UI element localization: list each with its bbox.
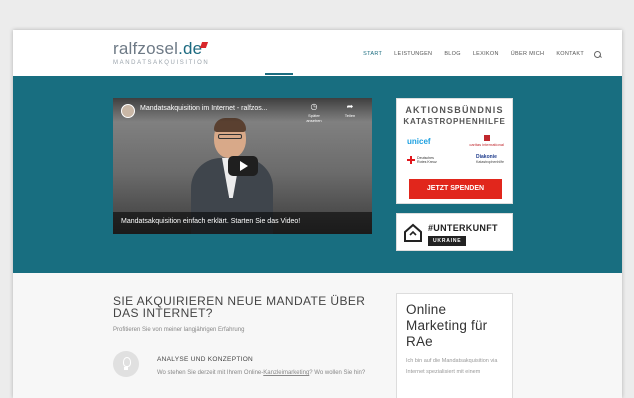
channel-avatar[interactable] [121, 104, 135, 118]
ukraine-badge: UKRAINE [428, 236, 467, 246]
nav-leistungen[interactable]: LEISTUNGEN [388, 51, 438, 59]
sidebar-title: Online Marketing für RAe [406, 302, 488, 349]
drk-logo: Deutsches Rotes Kreuz [407, 156, 439, 164]
clock-icon: ◷ [310, 102, 318, 111]
search-icon[interactable] [594, 51, 602, 59]
logo-subtitle: MANDATSAKQUISITION [113, 60, 210, 66]
feature-text: Wo stehen Sie derzeit mit Ihrem Online-K… [157, 370, 366, 376]
main-content: SIE AKQUIRIEREN NEUE MANDATE ÜBER DAS IN… [13, 273, 622, 398]
share-icon: ➦ [346, 102, 354, 111]
site-logo[interactable]: ralfzosel.de MANDATSAKQUISITION [113, 40, 209, 66]
page-headline: SIE AKQUIRIEREN NEUE MANDATE ÜBER DAS IN… [113, 294, 366, 320]
main-nav: START LEISTUNGEN BLOG LEXIKON ÜBER MICH … [357, 51, 602, 59]
site-header: ralfzosel.de MANDATSAKQUISITION START LE… [13, 30, 622, 76]
donation-title: AKTIONSBÜNDNIS KATASTROPHENHILFE [403, 105, 506, 126]
nav-kontakt[interactable]: KONTAKT [550, 51, 590, 59]
partner-logos-row-2: Deutsches Rotes Kreuz Diakonie Katastroph… [407, 155, 504, 165]
partner-logos-row-1: unicef caritas international [407, 135, 504, 147]
unicef-logo: unicef [407, 136, 431, 146]
caritas-logo: caritas international [469, 135, 504, 147]
sidebar-box: Online Marketing für RAe Ich bin auf die… [396, 293, 513, 398]
logo-text: ralfzosel.de [113, 39, 203, 58]
nav-ueber-mich[interactable]: ÜBER MICH [505, 51, 551, 59]
ukraine-title: #UNTERKUNFT [428, 223, 498, 233]
nav-lexikon[interactable]: LEXIKON [467, 51, 505, 59]
video-title[interactable]: Mandatsakquisition im Internet - ralfzos… [140, 105, 268, 112]
kanzleimarketing-link[interactable]: Kanzleimarketing [263, 370, 309, 376]
watch-later-button[interactable]: ◷ Später ansehen [301, 102, 327, 123]
nav-start[interactable]: START [357, 51, 388, 59]
red-cross-icon [407, 156, 415, 164]
donate-button[interactable]: JETZT SPENDEN [409, 179, 502, 199]
play-button[interactable] [228, 156, 258, 176]
ukraine-shelter-banner[interactable]: #UNTERKUNFT UKRAINE [396, 213, 513, 251]
house-icon [404, 223, 422, 242]
feature-title: ANALYSE UND KONZEPTION [157, 356, 254, 363]
video-caption: Mandatsakquisition einfach erklärt. Star… [113, 212, 372, 234]
diakonie-logo: Diakonie Katastrophenhilfe [476, 154, 504, 165]
sidebar-text: Ich bin auf die Mandatsakquisition via I… [406, 358, 498, 375]
share-button[interactable]: ➦ Teilen [337, 102, 363, 118]
donation-banner[interactable]: AKTIONSBÜNDNIS KATASTROPHENHILFE unicef … [396, 98, 513, 204]
lightbulb-icon [113, 351, 139, 377]
browser-page: ralfzosel.de MANDATSAKQUISITION START LE… [13, 30, 622, 398]
hero-section: Mandatsakquisition im Internet - ralfzos… [13, 76, 622, 273]
video-player[interactable]: Mandatsakquisition im Internet - ralfzos… [113, 98, 372, 234]
page-subline: Profitieren Sie von meiner langjährigen … [113, 327, 245, 333]
nav-active-indicator [265, 73, 293, 75]
nav-blog[interactable]: BLOG [438, 51, 466, 59]
